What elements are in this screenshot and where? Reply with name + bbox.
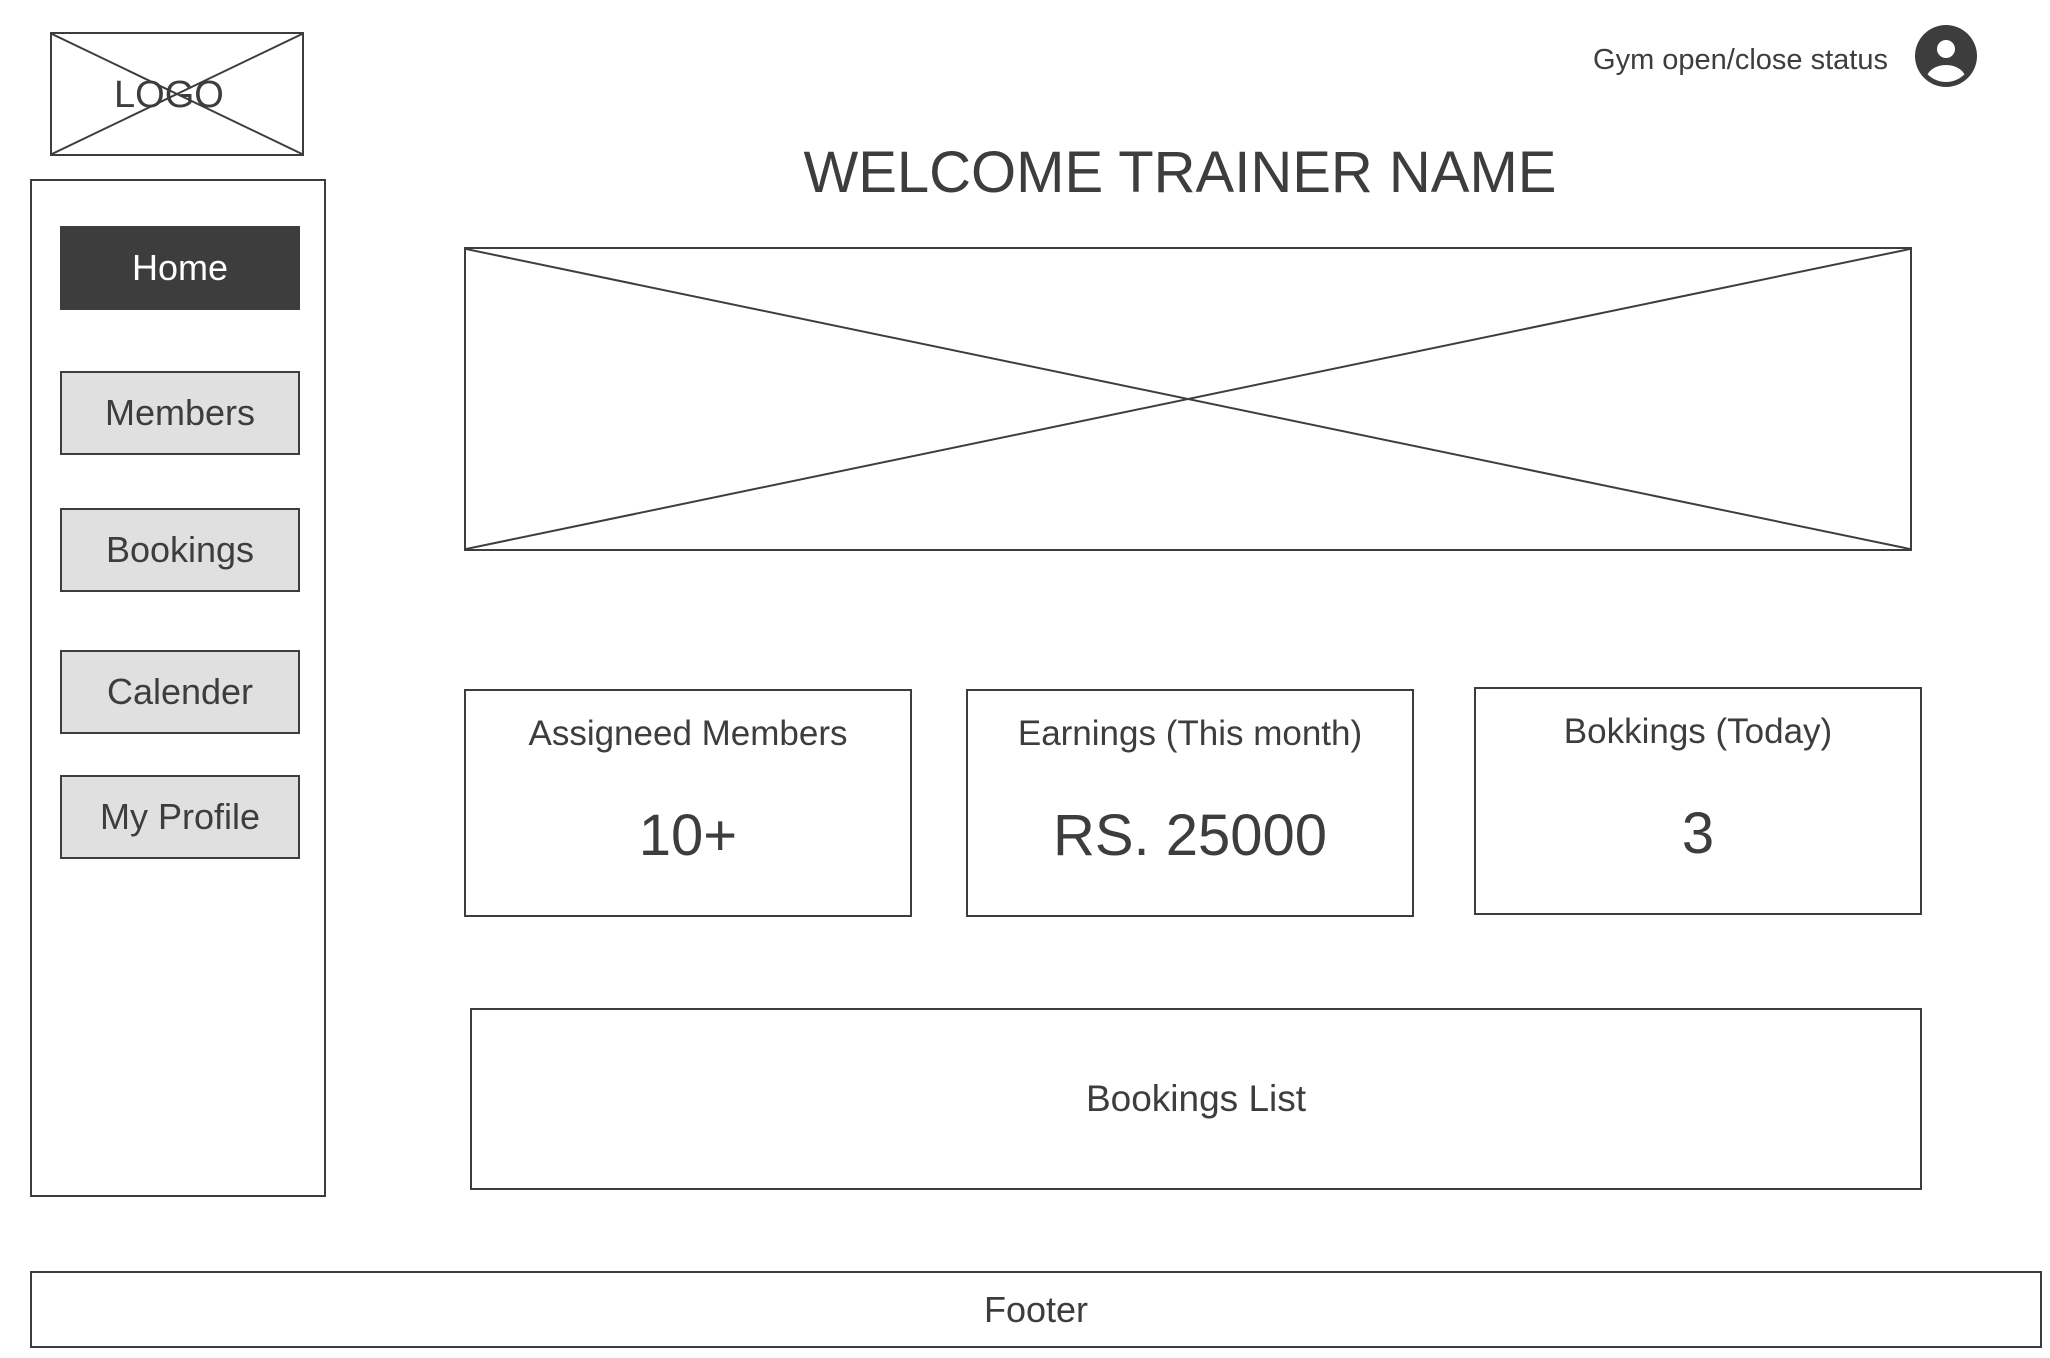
sidebar-item-calender[interactable]: Calender bbox=[60, 650, 300, 734]
logo[interactable]: LOGO bbox=[50, 32, 304, 156]
footer-text: Footer bbox=[983, 1288, 1089, 1330]
user-circle-icon[interactable] bbox=[1914, 24, 1978, 88]
bookings-list[interactable]: Bookings List bbox=[470, 1008, 1922, 1190]
banner-image-placeholder bbox=[464, 247, 1912, 551]
sidebar-item-label: Members bbox=[104, 392, 256, 433]
logo-text: LOGO bbox=[114, 74, 224, 116]
sidebar: Home Members Bookings Calender My Profil… bbox=[30, 179, 326, 1197]
stat-card-label: Assigneed Members bbox=[528, 714, 848, 753]
bookings-list-label: Bookings List bbox=[1085, 1078, 1307, 1119]
sidebar-item-label: Home bbox=[131, 247, 229, 288]
sidebar-item-my-profile[interactable]: My Profile bbox=[60, 775, 300, 859]
sidebar-item-bookings[interactable]: Bookings bbox=[60, 508, 300, 592]
stat-card-assigned-members: Assigneed Members 10+ bbox=[464, 689, 912, 917]
sidebar-item-members[interactable]: Members bbox=[60, 371, 300, 455]
stat-card-label: Earnings (This month) bbox=[1017, 714, 1363, 753]
sidebar-item-label: Bookings bbox=[105, 529, 255, 570]
stat-card-earnings: Earnings (This month) RS. 25000 bbox=[966, 689, 1414, 917]
page-title: WELCOME TRAINER NAME bbox=[803, 140, 1557, 205]
sidebar-item-home[interactable]: Home bbox=[60, 226, 300, 310]
stat-card-value: 10+ bbox=[638, 803, 738, 868]
banner-placeholder-cross bbox=[466, 249, 1910, 549]
stat-card-label: Bokkings (Today) bbox=[1563, 712, 1833, 751]
footer: Footer bbox=[30, 1271, 2042, 1348]
sidebar-item-label: My Profile bbox=[99, 796, 261, 837]
sidebar-item-label: Calender bbox=[106, 671, 254, 712]
stat-card-bookings-today: Bokkings (Today) 3 bbox=[1474, 687, 1922, 915]
stat-card-value: 3 bbox=[1681, 801, 1715, 866]
stat-card-value: RS. 25000 bbox=[1052, 803, 1328, 868]
gym-status-label: Gym open/close status bbox=[1593, 44, 1888, 76]
